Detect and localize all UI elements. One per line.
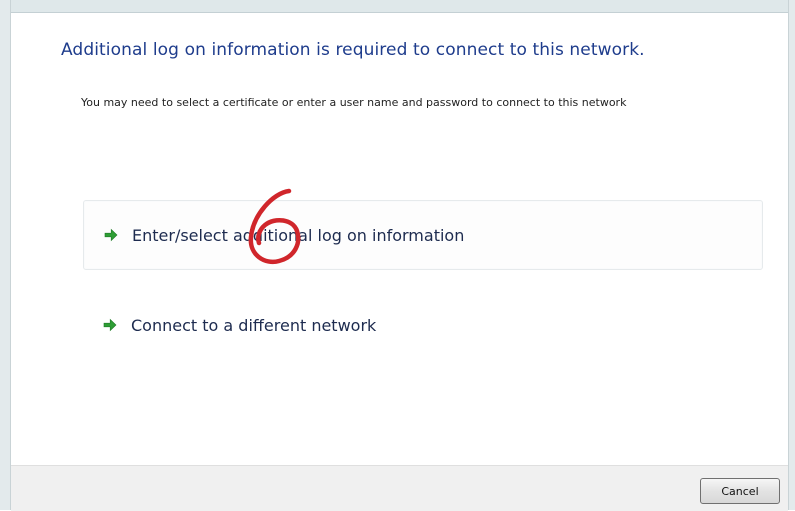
enter-logon-info-link[interactable]: Enter/select additional log on informati… (83, 200, 763, 270)
enter-logon-info-label: Enter/select additional log on informati… (132, 225, 465, 245)
dialog-content: Additional log on information is require… (11, 13, 788, 465)
connect-different-network-label: Connect to a different network (131, 315, 377, 335)
green-arrow-icon (104, 228, 118, 242)
green-arrow-icon (103, 318, 117, 332)
window-frame-top (0, 0, 795, 13)
connect-different-network-link[interactable]: Connect to a different network (83, 290, 763, 360)
dialog-description: You may need to select a certificate or … (81, 96, 627, 109)
window-frame-right (788, 0, 795, 510)
window-frame-left (0, 0, 11, 510)
dialog-footer: Cancel (11, 465, 788, 511)
cancel-button[interactable]: Cancel (700, 478, 780, 504)
main-instruction: Additional log on information is require… (61, 40, 645, 60)
